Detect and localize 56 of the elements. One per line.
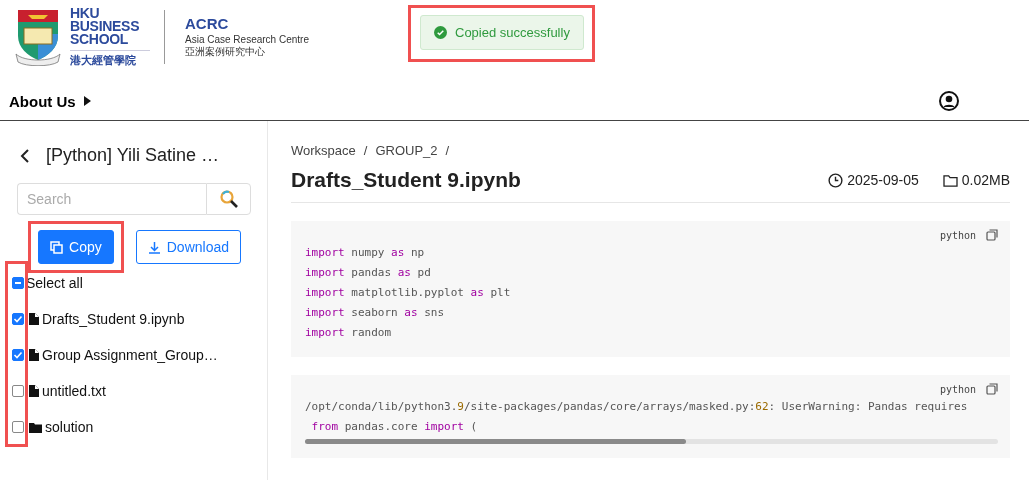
file-name[interactable]: solution xyxy=(45,419,94,435)
language-label: python xyxy=(939,229,976,241)
file-checkbox[interactable] xyxy=(12,385,24,397)
centre-abbreviation: ACRC xyxy=(185,15,230,32)
folder-icon xyxy=(942,173,958,187)
breadcrumb-separator: / xyxy=(445,143,450,158)
code-line: import numpy as np xyxy=(305,245,425,261)
code-line: import random xyxy=(305,325,392,341)
school-name-chinese: 港大經管學院 xyxy=(70,49,150,68)
school-name: HKU BUSINESS SCHOOL xyxy=(70,6,141,46)
select-all-checkbox[interactable] xyxy=(12,277,24,289)
folder-icon xyxy=(29,421,42,433)
search-button[interactable] xyxy=(206,183,251,215)
caret-icon xyxy=(83,96,91,106)
copy-icon[interactable] xyxy=(986,229,998,241)
file-name[interactable]: Group Assignment_Group… xyxy=(42,347,218,363)
code-line: from pandas.core import ( xyxy=(310,419,478,435)
code-line: import seaborn as sns xyxy=(305,305,445,321)
file-size: 0.02MB xyxy=(961,172,1010,188)
file-checkbox[interactable] xyxy=(12,421,24,433)
language-label: python xyxy=(939,383,976,395)
check-circle-icon xyxy=(434,26,447,39)
nav-menu-item[interactable]: About Us xyxy=(9,92,91,110)
scrollbar-thumb[interactable] xyxy=(305,439,687,444)
user-icon[interactable] xyxy=(939,91,959,111)
crest-icon xyxy=(14,8,62,66)
copy-button[interactable]: Copy xyxy=(38,230,114,264)
back-icon[interactable] xyxy=(20,147,30,164)
breadcrumb-link[interactable]: Workspace xyxy=(291,143,356,158)
file-date: 2025-09-05 xyxy=(847,172,919,188)
code-line: /opt/conda/lib/python3.9/site-packages/pandas/core/arrays/masked.py:62: UserWarning: Pandas requires xyxy=(305,399,968,415)
clock-icon xyxy=(828,172,844,188)
file-icon xyxy=(29,349,39,361)
file-name[interactable]: Drafts_Student 9.ipynb xyxy=(42,311,185,327)
download-icon xyxy=(147,240,161,254)
file-icon xyxy=(29,313,39,325)
file-checkbox[interactable] xyxy=(12,349,24,361)
file-icon xyxy=(29,385,39,397)
file-checkbox[interactable] xyxy=(12,313,24,325)
scrollbar-track[interactable] xyxy=(305,439,998,444)
search-icon xyxy=(218,189,239,209)
download-button[interactable]: Download xyxy=(135,230,241,264)
code-line: import pandas as pd xyxy=(305,265,431,281)
copy-icon xyxy=(50,240,64,254)
centre-name: Asia Case Research Centre xyxy=(185,34,309,45)
code-line: import matplotlib.pyplot as plt xyxy=(305,285,511,301)
project-title: [Python] Yili Satine … xyxy=(46,145,220,166)
file-title: Drafts_Student 9.ipynb xyxy=(291,168,521,192)
search-field[interactable]: Search xyxy=(17,183,206,215)
success-toast: Copied successfully xyxy=(420,15,584,50)
centre-name-chinese: 亞洲案例研究中心 xyxy=(185,45,266,59)
breadcrumb-separator: / xyxy=(363,143,368,158)
copy-icon[interactable] xyxy=(986,383,998,395)
file-name[interactable]: untitled.txt xyxy=(42,383,106,399)
select-all-label: Select all xyxy=(26,275,83,291)
breadcrumb-link[interactable]: GROUP_2 xyxy=(375,143,438,158)
